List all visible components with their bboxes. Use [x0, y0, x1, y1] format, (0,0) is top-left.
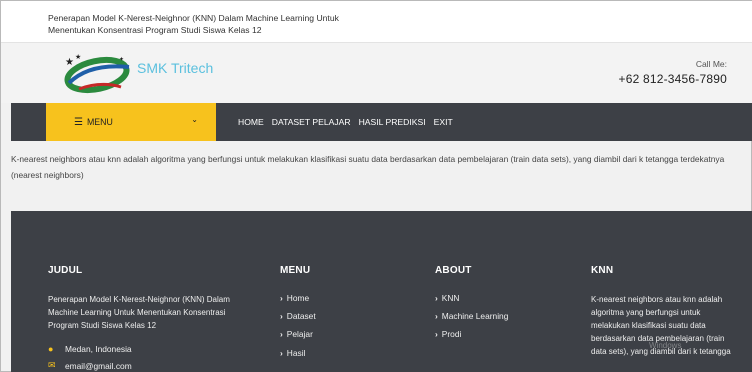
email-text[interactable]: email@gmail.com [65, 361, 132, 371]
footer-about-prodi[interactable]: › Prodi [435, 329, 565, 339]
footer-menu-list: › Home › Dataset › Pelajar › Hasil [280, 293, 400, 358]
footer-about-knn-label: KNN [441, 293, 460, 303]
nav-hasil-prediksi[interactable]: HASIL PREDIKSI [359, 117, 426, 127]
chevron-right-icon: › [435, 311, 438, 322]
footer-menu-dataset[interactable]: › Dataset [280, 311, 400, 321]
chevron-right-icon: › [435, 329, 438, 340]
location-pin-icon: ● [48, 344, 54, 354]
footer-heading-judul: JUDUL [48, 265, 83, 276]
hamburger-icon: ☰ [74, 116, 83, 128]
nav-links: HOME DATASET PELAJAR HASIL PREDIKSI EXIT [238, 103, 461, 141]
contact-phone-block: Call Me: +62 812-3456-7890 [619, 59, 728, 86]
footer-menu-home-label: Home [286, 293, 310, 303]
nav-exit[interactable]: EXIT [434, 117, 453, 127]
footer-col-menu: MENU › Home › Dataset › Pelajar › Hasil [280, 265, 400, 366]
footer-about-ml-label: Machine Learning [441, 311, 509, 322]
footer-about-prodi-label: Prodi [441, 329, 462, 340]
envelope-icon: ✉ [48, 360, 56, 370]
footer-about-knn[interactable]: › KNN [435, 293, 565, 303]
footer-about-list: › KNN › Machine Learning › Prodi [435, 293, 565, 339]
brand-name[interactable]: SMK Tritech [137, 60, 213, 76]
windows-watermark: Windows [649, 341, 682, 350]
knn-description: K-nearest neighbors atau knn adalah algo… [11, 154, 725, 180]
footer-heading-about: ABOUT [435, 265, 472, 276]
chevron-right-icon: › [280, 293, 283, 303]
logo-icon[interactable]: ★ ★ ✦ [59, 53, 135, 95]
footer: JUDUL Penerapan Model K-Nerest-Neighnor … [11, 211, 752, 372]
call-label: Call Me: [695, 59, 727, 69]
footer-contact: ● Medan, Indonesia ✉ email@gmail.com [48, 344, 248, 371]
footer-menu-home[interactable]: › Home [280, 293, 400, 303]
menu-button[interactable]: ☰ MENU ⌄ [46, 103, 216, 141]
footer-heading-menu: MENU [280, 265, 311, 276]
site-title: Penerapan Model K-Nerest-Neighnor (KNN) … [48, 13, 339, 35]
chevron-right-icon: › [280, 311, 283, 322]
footer-col-judul: JUDUL Penerapan Model K-Nerest-Neighnor … [48, 265, 248, 372]
footer-col-about: ABOUT › KNN › Machine Learning › Prodi [435, 265, 565, 348]
svg-text:★: ★ [65, 57, 74, 68]
chevron-right-icon: › [435, 293, 438, 303]
nav-home[interactable]: HOME [238, 117, 264, 127]
svg-text:✦: ✦ [119, 56, 124, 63]
footer-heading-knn: KNN [591, 265, 614, 276]
chevron-right-icon: › [280, 329, 283, 340]
footer-menu-pelajar-label: Pelajar [286, 329, 313, 340]
svg-text:★: ★ [75, 53, 81, 61]
footer-menu-dataset-label: Dataset [286, 311, 316, 322]
phone-number: +62 812-3456-7890 [618, 72, 727, 86]
location-text: Medan, Indonesia [65, 344, 132, 354]
footer-about-ml[interactable]: › Machine Learning [435, 311, 565, 321]
chevron-down-icon: ⌄ [191, 115, 198, 124]
email-row[interactable]: ✉ email@gmail.com [48, 360, 248, 371]
footer-judul-text: Penerapan Model K-Nerest-Neighnor (KNN) … [48, 295, 230, 330]
navbar: ☰ MENU ⌄ HOME DATASET PELAJAR HASIL PRED… [11, 103, 752, 141]
nav-dataset-pelajar[interactable]: DATASET PELAJAR [272, 117, 351, 127]
location-row: ● Medan, Indonesia [48, 344, 248, 354]
top-bar: Penerapan Model K-Nerest-Neighnor (KNN) … [1, 1, 752, 43]
menu-label: MENU [86, 117, 113, 127]
footer-menu-hasil[interactable]: › Hasil [280, 348, 400, 358]
footer-menu-pelajar[interactable]: › Pelajar [280, 329, 400, 339]
footer-menu-hasil-label: Hasil [286, 347, 306, 358]
chevron-right-icon: › [280, 347, 283, 358]
